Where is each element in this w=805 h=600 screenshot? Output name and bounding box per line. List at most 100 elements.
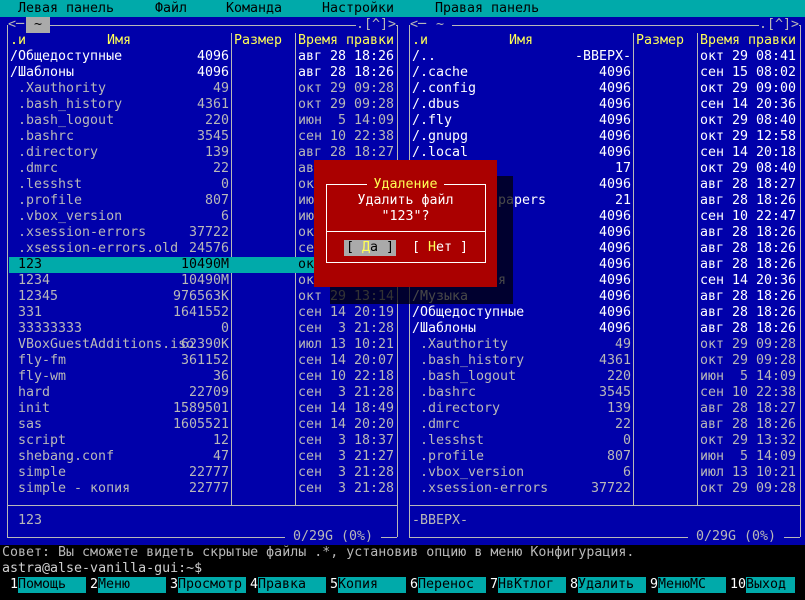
file-row[interactable]: .vbox_version 6 июл 13 10:21 — [411, 465, 799, 481]
file-size: 4361 — [598, 353, 631, 368]
menu-bar: Левая панель Файл Команда Настройки Правая п… — [0, 0, 805, 17]
fkey-4-button[interactable]: 4 Правка — [250, 577, 330, 593]
file-row[interactable]: /.cache 4096 сен 15 08:02 — [411, 65, 799, 81]
column-mtime-header[interactable]: Время правки — [700, 33, 796, 49]
file-row[interactable]: /Шаблоны 4096 авг 28 18:26 — [9, 65, 396, 81]
column-name-header[interactable]: Имя — [509, 33, 533, 49]
column-mtime-header[interactable]: Время правки — [298, 33, 394, 49]
fkey-5-button[interactable]: 5 Копия — [330, 577, 410, 593]
file-size: 4096 — [598, 257, 631, 272]
column-name-header[interactable]: Имя — [107, 33, 131, 49]
file-row[interactable]: fly-wm 36 сен 10 22:18 — [9, 369, 396, 385]
fkey-9-button[interactable]: 9 МенюМС — [650, 577, 730, 593]
file-row[interactable]: .dmrc 22 авг 28 18:26 — [411, 417, 799, 433]
menu-5[interactable]: Правая панель — [435, 1, 539, 17]
file-name: 33333333 — [10, 321, 83, 336]
file-row[interactable]: .lesshst 0 окт 29 13:32 — [411, 433, 799, 449]
column-size-header[interactable]: Размер — [636, 33, 684, 49]
file-row[interactable]: 331 1641552 сен 14 20:19 — [9, 305, 396, 321]
file-row[interactable]: simple - копия 22777 сен 3 21:28 — [9, 481, 396, 497]
file-size: 4096 — [598, 81, 631, 96]
file-row[interactable]: shebang.conf 47 сен 3 21:27 — [9, 449, 396, 465]
menu-4[interactable]: Настройки — [322, 1, 394, 17]
file-size: 4096 — [598, 225, 631, 240]
menu-2[interactable]: Файл — [155, 1, 187, 17]
file-row[interactable]: /Общедоступные 4096 авг 28 18:26 — [411, 305, 799, 321]
file-mtime: авг 28 18:26 — [700, 241, 797, 256]
file-row[interactable]: .bash_logout 220 июн 5 14:09 — [411, 369, 799, 385]
sort-toggle-header[interactable]: .и — [412, 33, 428, 49]
file-size: 4096 — [598, 209, 631, 224]
file-row[interactable]: fly-fm 361152 сен 14 20:07 — [9, 353, 396, 369]
file-row[interactable]: .bashrc 3545 сен 10 22:38 — [411, 385, 799, 401]
file-row[interactable]: /.dbus 4096 сен 14 20:36 — [411, 97, 799, 113]
fkey-7-button[interactable]: 7 НвКтлог — [490, 577, 570, 593]
no-button[interactable]: [ Нет ] — [410, 240, 470, 256]
file-size: 1605521 — [172, 417, 229, 432]
file-mtime: авг 28 18:26 — [700, 289, 797, 304]
file-row[interactable]: script 12 сен 3 18:37 — [9, 433, 396, 449]
yes-button[interactable]: [ Да ] — [344, 240, 397, 256]
panel-status-divider — [409, 505, 800, 506]
file-name: .lesshst — [412, 433, 485, 448]
file-row[interactable]: .bash_logout 220 июн 5 14:09 — [9, 113, 396, 129]
fkey-8-button[interactable]: 8 Удалить — [570, 577, 650, 593]
file-row[interactable]: .profile 807 июн 5 14:09 — [411, 449, 799, 465]
file-row[interactable]: init 1589501 сен 14 18:49 — [9, 401, 396, 417]
file-row[interactable]: .Xauthority 49 окт 29 09:28 — [411, 337, 799, 353]
file-row[interactable]: /.. -ВВЕРХ-окт 29 08:41 — [411, 49, 799, 65]
file-size: 22709 — [188, 385, 229, 400]
file-size: 6 — [622, 465, 631, 480]
file-name: /Шаблоны — [412, 321, 477, 336]
file-row[interactable]: .bash_history 4361 окт 29 09:28 — [9, 97, 396, 113]
panel-status: 123 — [10, 513, 43, 528]
file-row[interactable]: sas 1605521 сен 14 20:20 — [9, 417, 396, 433]
file-size: -ВВЕРХ- — [574, 49, 631, 64]
file-mtime: окт 29 09:28 — [298, 97, 395, 112]
file-row[interactable]: simple 22777 сен 3 21:28 — [9, 465, 396, 481]
fkey-3-button[interactable]: 3 Просмотр — [170, 577, 250, 593]
file-row[interactable]: .directory 139 авг 28 18:27 — [411, 401, 799, 417]
panel-status: -ВВЕРХ- — [412, 513, 469, 528]
file-row[interactable]: hard 22709 сен 3 21:28 — [9, 385, 396, 401]
history-nav-button[interactable]: .[^]> — [356, 17, 397, 33]
fkey-1-button[interactable]: 1 Помощь — [10, 577, 90, 593]
file-row[interactable]: .Xauthority 49 окт 29 09:28 — [9, 81, 396, 97]
file-row[interactable]: 33333333 0 сен 3 21:28 — [9, 321, 396, 337]
current-path[interactable]: ~ — [428, 17, 453, 33]
fkey-6-button[interactable]: 6 Перенос — [410, 577, 490, 593]
file-row[interactable]: .xsession-errors 37722 окт 29 09:28 — [411, 481, 799, 497]
file-row[interactable]: /.local 4096 сен 14 20:18 — [411, 145, 799, 161]
disk-usage: 0/29G (0%) — [688, 529, 785, 545]
file-mtime: сен 3 21:28 — [298, 321, 395, 336]
file-row[interactable]: .bashrc 3545 сен 10 22:38 — [9, 129, 396, 145]
history-nav-button[interactable]: .[^]> — [759, 17, 800, 33]
fkey-10-button[interactable]: 10 Выход — [730, 577, 805, 593]
file-mtime: авг 28 18:26 — [700, 193, 797, 208]
file-row[interactable]: /.fly 4096 окт 29 08:40 — [411, 113, 799, 129]
file-size: 0 — [220, 177, 229, 192]
file-mtime: сен 10 22:38 — [298, 129, 395, 144]
file-row[interactable]: /.gnupg 4096 окт 29 12:58 — [411, 129, 799, 145]
file-size: 10490M — [180, 273, 229, 288]
file-mtime: сен 14 20:18 — [700, 145, 797, 160]
fkey-2-button[interactable]: 2 Меню — [90, 577, 170, 593]
file-row[interactable]: VBoxGuestAdditions.iso 62390K июл 13 10:21 — [9, 337, 396, 353]
sort-toggle-header[interactable]: .и — [10, 33, 26, 49]
file-row[interactable]: /Общедоступные 4096 авг 28 18:26 — [9, 49, 396, 65]
current-path[interactable]: ~ — [26, 17, 51, 33]
shell-prompt[interactable]: astra@alse-vanilla-gui:~$ — [2, 561, 202, 577]
file-size: 0 — [220, 321, 229, 336]
menu-3[interactable]: Команда — [226, 1, 282, 17]
column-size-header[interactable]: Размер — [234, 33, 282, 49]
menu-1[interactable]: Левая панель — [18, 1, 114, 17]
file-mtime: июл 13 10:21 — [298, 337, 395, 352]
file-row[interactable]: .bash_history 4361 окт 29 09:28 — [411, 353, 799, 369]
file-name: .dmrc — [412, 417, 461, 432]
panel-left-border — [7, 25, 8, 537]
file-row[interactable]: /.config 4096 окт 29 09:00 — [411, 81, 799, 97]
file-size: 4096 — [598, 129, 631, 144]
file-row[interactable]: .directory 139 авг 28 18:27 — [9, 145, 396, 161]
file-row[interactable]: /Шаблоны 4096 авг 28 18:26 — [411, 321, 799, 337]
fkey-number: 8 — [570, 577, 579, 592]
